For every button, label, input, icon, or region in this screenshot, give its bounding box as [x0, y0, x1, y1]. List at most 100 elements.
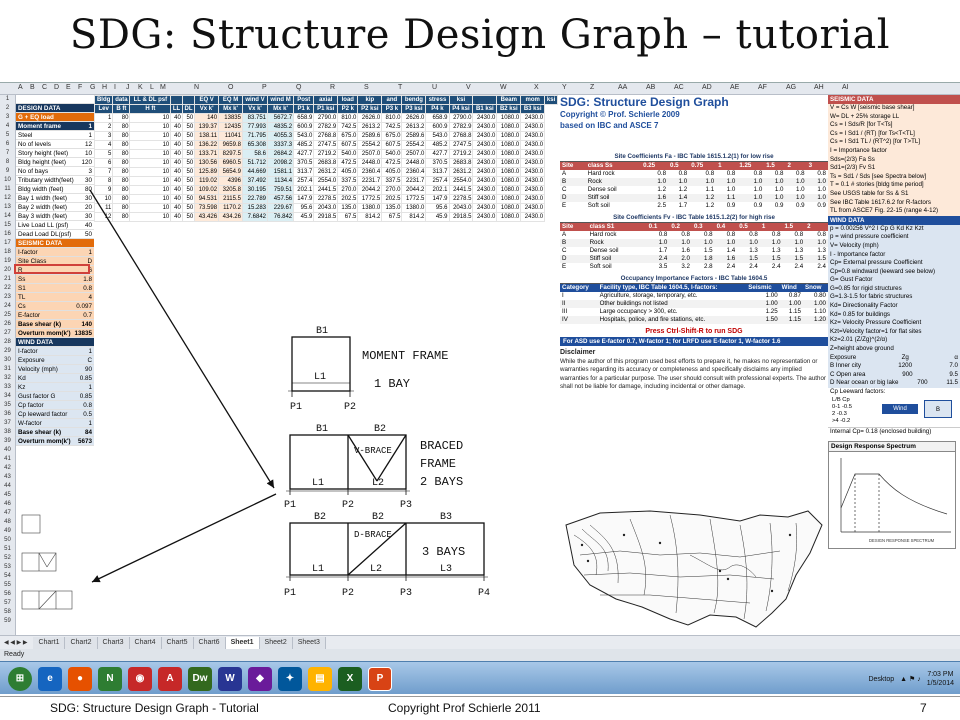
- table-cell[interactable]: 2782.9: [313, 122, 339, 132]
- tab-sheet2[interactable]: Sheet2: [259, 636, 293, 649]
- table-cell[interactable]: 4: [93, 140, 114, 150]
- table-cell[interactable]: D: [560, 194, 586, 202]
- table-cell[interactable]: 2719.2: [448, 149, 474, 159]
- input-value[interactable]: 0.85: [80, 392, 92, 400]
- table-cell[interactable]: 1.0: [805, 239, 828, 247]
- table-cell[interactable]: 0.8: [760, 231, 783, 239]
- table-cell[interactable]: 1.5: [692, 247, 715, 255]
- table-cell[interactable]: 50: [181, 113, 196, 123]
- table-cell[interactable]: 83.751: [241, 113, 269, 123]
- input-row[interactable]: SEISMIC DATA: [16, 239, 94, 248]
- table-cell[interactable]: 2360.4: [357, 167, 383, 177]
- table-cell[interactable]: 4396: [218, 176, 243, 186]
- row-header[interactable]: 47: [0, 509, 15, 518]
- table-cell[interactable]: 1.2: [689, 194, 717, 202]
- table-cell[interactable]: 12435: [218, 122, 243, 132]
- table-cell[interactable]: 0.8: [715, 231, 738, 239]
- table-cell[interactable]: 2631.2: [448, 167, 474, 177]
- table-cell[interactable]: 0.8: [764, 170, 785, 178]
- row-header[interactable]: 49: [0, 527, 15, 536]
- table-cell[interactable]: 337.5: [337, 176, 359, 186]
- row-header[interactable]: 39: [0, 437, 15, 446]
- table-cell[interactable]: 119.02: [194, 176, 220, 186]
- table-cell[interactable]: 10: [129, 185, 172, 195]
- table-cell[interactable]: 2430.0: [472, 203, 498, 213]
- table-cell[interactable]: 9659.8: [218, 140, 243, 150]
- table-cell[interactable]: 1.3: [805, 247, 828, 255]
- input-value[interactable]: 1: [88, 383, 92, 391]
- table-cell[interactable]: 2441.5: [313, 185, 339, 195]
- table-cell[interactable]: 2448.0: [401, 158, 427, 168]
- row-header[interactable]: 6: [0, 140, 15, 149]
- table-cell[interactable]: 742.5: [337, 122, 359, 132]
- table-cell[interactable]: 80: [112, 158, 131, 168]
- table-cell[interactable]: 50: [181, 203, 196, 213]
- row-header[interactable]: 20: [0, 266, 15, 275]
- table-cell[interactable]: 8297.5: [218, 149, 243, 159]
- table-cell[interactable]: 2278.5: [448, 194, 474, 204]
- table-cell[interactable]: 2430.0: [472, 131, 498, 141]
- table-cell[interactable]: 810.0: [337, 113, 359, 123]
- table-cell[interactable]: 658.9: [293, 113, 315, 123]
- table-cell[interactable]: 1.0: [759, 239, 783, 247]
- table-cell[interactable]: 1170.2: [218, 203, 243, 213]
- table-cell[interactable]: 1.0: [714, 239, 738, 247]
- input-row[interactable]: Cp factor 0.8: [16, 401, 94, 410]
- column-header[interactable]: N: [194, 84, 199, 91]
- table-cell[interactable]: 5672.7: [266, 113, 295, 123]
- app3-icon[interactable]: ✦: [278, 666, 302, 691]
- table-cell[interactable]: 2507.0: [401, 149, 427, 159]
- tab-chart4[interactable]: Chart4: [129, 636, 162, 649]
- table-cell[interactable]: 1.0: [716, 186, 737, 194]
- row-header[interactable]: 19: [0, 257, 15, 266]
- table-cell[interactable]: 2044.2: [357, 185, 383, 195]
- table-cell[interactable]: 2448.0: [357, 158, 383, 168]
- input-value[interactable]: 12: [85, 140, 92, 148]
- table-cell[interactable]: 3: [93, 131, 114, 141]
- column-header[interactable]: AB: [646, 84, 655, 91]
- column-header[interactable]: Y: [562, 84, 567, 91]
- column-header[interactable]: AI: [842, 84, 849, 91]
- table-cell[interactable]: 1.00: [746, 292, 779, 300]
- table-cell[interactable]: 814.2: [401, 212, 427, 222]
- table-cell[interactable]: 2747.5: [313, 140, 339, 150]
- table-cell[interactable]: 0.8: [668, 170, 689, 178]
- table-cell[interactable]: 30.195: [241, 185, 269, 195]
- table-cell[interactable]: 139.37: [194, 122, 220, 132]
- table-cell[interactable]: 2278.5: [313, 194, 339, 204]
- table-cell[interactable]: 2.4: [783, 263, 806, 271]
- table-cell[interactable]: 4055.3: [266, 131, 295, 141]
- table-cell[interactable]: 80: [112, 194, 131, 204]
- chrome-icon[interactable]: ◉: [128, 666, 152, 691]
- table-cell[interactable]: 7: [93, 167, 114, 177]
- table-cell[interactable]: 2430.0: [472, 167, 498, 177]
- table-cell[interactable]: 2360.4: [401, 167, 427, 177]
- table-cell[interactable]: 2.4: [805, 263, 828, 271]
- table-cell[interactable]: 2.4: [715, 263, 738, 271]
- row-header[interactable]: 52: [0, 554, 15, 563]
- table-cell[interactable]: 2044.2: [401, 185, 427, 195]
- input-value[interactable]: 13835: [74, 329, 92, 337]
- table-cell[interactable]: 0.8: [737, 170, 764, 178]
- table-cell[interactable]: 1.20: [802, 316, 828, 324]
- row-header[interactable]: 59: [0, 617, 15, 626]
- table-cell[interactable]: Other buildings not listed: [597, 300, 747, 308]
- column-header[interactable]: T: [398, 84, 402, 91]
- table-cell[interactable]: 2.0: [669, 255, 692, 263]
- column-header[interactable]: G: [90, 84, 95, 91]
- table-cell[interactable]: 2790.0: [448, 113, 474, 123]
- table-cell[interactable]: 2.4: [646, 255, 670, 263]
- table-cell[interactable]: 80: [112, 185, 131, 195]
- tab-sheet1[interactable]: Sheet1: [225, 636, 260, 649]
- table-cell[interactable]: 202.1: [293, 185, 315, 195]
- row-header[interactable]: 37: [0, 419, 15, 428]
- table-cell[interactable]: 0.80: [803, 292, 828, 300]
- table-cell[interactable]: 45.9: [293, 212, 315, 222]
- table-cell[interactable]: 10: [129, 158, 172, 168]
- table-cell[interactable]: 40: [170, 212, 183, 222]
- table-cell[interactable]: 1.0: [737, 186, 764, 194]
- column-header[interactable]: AE: [730, 84, 739, 91]
- table-cell[interactable]: 1.0: [737, 178, 765, 186]
- row-header[interactable]: 7: [0, 149, 15, 158]
- table-cell[interactable]: Stiff soil: [585, 194, 642, 202]
